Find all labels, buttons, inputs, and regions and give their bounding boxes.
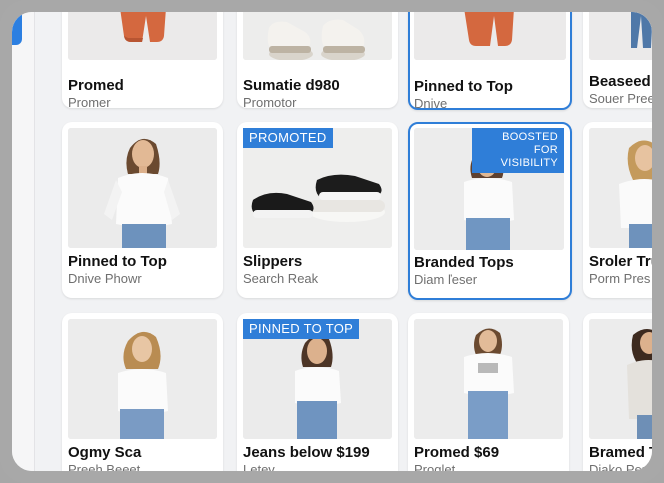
product-title: Bramed Tu [589, 444, 652, 461]
product-card[interactable]: Pinned to Top Dnive Phowr [62, 122, 223, 298]
product-card[interactable]: Promed $69 Proglet [408, 313, 569, 471]
product-image [414, 12, 566, 60]
product-title: Beaseed [589, 73, 651, 90]
product-subtitle: Search Reak [243, 271, 319, 286]
product-subtitle: Diako Pere [589, 462, 652, 471]
product-card[interactable]: Ogmy Sca Preeh Beeet [62, 313, 223, 471]
product-title: Slippers [243, 253, 303, 270]
product-subtitle: Proglet [414, 462, 456, 471]
product-title: Pinned to Top [414, 78, 513, 95]
product-image [589, 128, 652, 248]
product-image [68, 128, 217, 248]
product-title: Branded Tops [414, 254, 514, 271]
product-card-pinned[interactable]: BOOSTED FOR VISIBILITY Branded Tops Diam… [408, 122, 572, 300]
product-title: Sumatie d980 [243, 77, 340, 94]
product-title: Jeans below $199 [243, 444, 370, 461]
promoted-badge: PROMOTED [243, 128, 333, 148]
product-title: Ogmy Sca [68, 444, 142, 461]
product-card[interactable]: PINNED TO TOP Jeans below $199 Letev [237, 313, 398, 471]
product-subtitle: Letev [243, 462, 275, 471]
product-card-pinned[interactable]: Pinned to Top Dnive [408, 12, 572, 110]
product-subtitle: Promer [68, 95, 111, 108]
product-title: Sroler Tru [589, 253, 652, 270]
product-subtitle: Preeh Beeet [68, 462, 141, 471]
product-card[interactable]: Promed Promer [62, 12, 223, 108]
device-frame: Promed Promer Sumatie d980 Promotor Pinn… [0, 0, 664, 483]
product-subtitle: Porm Pres [589, 271, 651, 286]
product-title: Pinned to Top [68, 253, 167, 270]
product-card[interactable]: PROMOTED Slippers Search Reak [237, 122, 398, 298]
product-card[interactable]: Bramed Tu Diako Pere [583, 313, 652, 471]
product-image [414, 319, 563, 439]
product-card[interactable]: Sumatie d980 Promotor [237, 12, 398, 108]
product-image [68, 12, 217, 60]
product-image [68, 319, 217, 439]
product-subtitle: Promotor [243, 95, 297, 108]
product-title: Promed [68, 77, 124, 94]
product-grid: Promed Promer Sumatie d980 Promotor Pinn… [12, 12, 652, 471]
product-image [589, 12, 652, 60]
product-image [589, 319, 652, 439]
product-card[interactable]: Sroler Tru Porm Pres [583, 122, 652, 298]
boosted-badge: BOOSTED FOR VISIBILITY [472, 128, 564, 173]
product-title: Promed $69 [414, 444, 500, 461]
pinned-badge: PINNED TO TOP [243, 319, 360, 339]
product-subtitle: Diam ľeser [414, 272, 478, 287]
product-subtitle: Dnive [414, 96, 448, 110]
product-card[interactable]: Beaseed Souer Pree [583, 12, 652, 108]
product-subtitle: Dnive Phowr [68, 271, 142, 286]
product-subtitle: Souer Pree [589, 91, 652, 106]
product-image [243, 12, 392, 60]
screen: Promed Promer Sumatie d980 Promotor Pinn… [12, 12, 652, 471]
